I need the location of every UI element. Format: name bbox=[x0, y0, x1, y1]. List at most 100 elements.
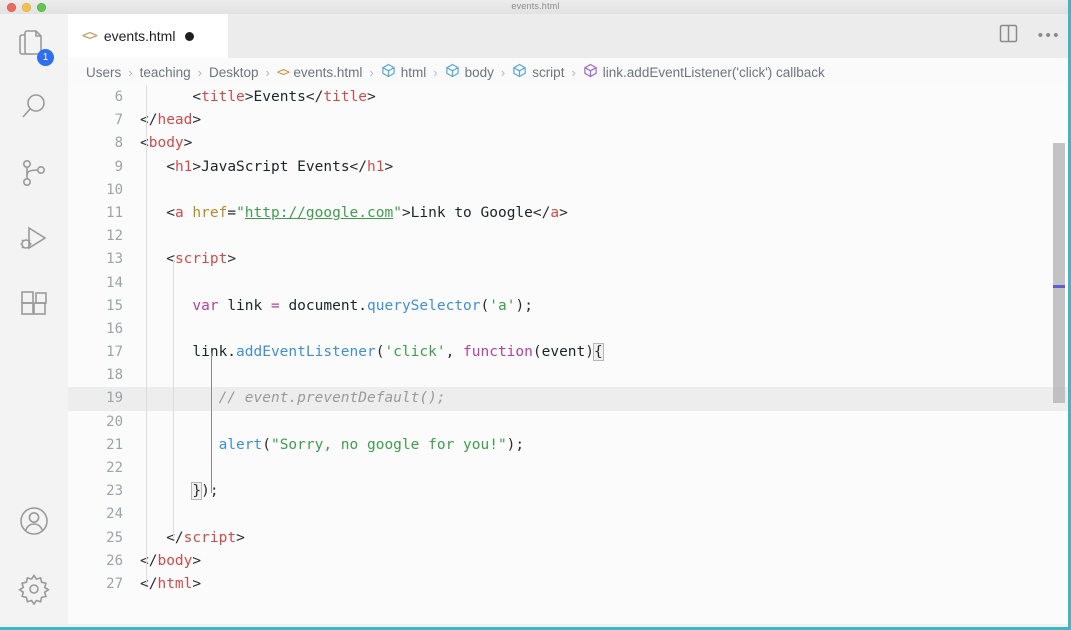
code-line[interactable]: 14 bbox=[68, 272, 1071, 295]
token-punct: </ bbox=[305, 89, 324, 105]
search-icon bbox=[19, 92, 49, 122]
token-punct: , bbox=[445, 344, 464, 361]
code-line[interactable]: 18 bbox=[68, 364, 1071, 387]
sidebar-item-run-and-debug[interactable] bbox=[0, 208, 68, 270]
token-punct: > bbox=[244, 89, 254, 105]
code-line[interactable]: 22 bbox=[68, 457, 1071, 480]
breadcrumb-separator: › bbox=[197, 64, 202, 80]
code-line[interactable]: 27 </html> bbox=[68, 573, 1071, 596]
token-kw: = bbox=[270, 297, 280, 314]
token-tag: html bbox=[157, 575, 193, 592]
line-number: 17 bbox=[106, 344, 123, 361]
token-tag: a bbox=[174, 204, 184, 221]
breadcrumb-item-script[interactable]: script bbox=[512, 63, 564, 81]
sidebar-item-extensions[interactable] bbox=[0, 274, 68, 336]
token-link[interactable]: http://google.com bbox=[245, 205, 393, 221]
token-punct: > bbox=[236, 529, 245, 546]
token-punct: > bbox=[559, 204, 568, 221]
token-punct: </ bbox=[349, 158, 368, 175]
html-file-icon: <> bbox=[82, 28, 98, 44]
code-lines[interactable]: 6 <title>Events</title> 7 </head> 8 <body> 9 … bbox=[68, 86, 1071, 596]
line-content: </script> bbox=[140, 527, 245, 550]
code-line[interactable]: 23 }); bbox=[68, 480, 1071, 503]
token-punct: > bbox=[227, 251, 237, 268]
token-punct: </ bbox=[532, 204, 551, 221]
code-line[interactable]: 7 </head> bbox=[68, 109, 1071, 132]
code-line[interactable]: 15 var link = document.querySelector('a'… bbox=[68, 295, 1071, 318]
token-plain: document. bbox=[279, 297, 368, 314]
line-content: // event.preventDefault(); bbox=[140, 387, 446, 410]
line-number: 15 bbox=[106, 297, 123, 314]
line-number: 22 bbox=[106, 460, 123, 476]
code-line[interactable]: 26 </body> bbox=[68, 550, 1071, 573]
code-line[interactable]: 6 <title>Events</title> bbox=[68, 86, 1071, 109]
breadcrumb-item-desktop[interactable]: Desktop bbox=[209, 65, 259, 80]
token-tag: title bbox=[323, 89, 368, 105]
symbol-function-icon bbox=[583, 63, 598, 81]
breadcrumb-label: html bbox=[400, 64, 427, 80]
token-str: " bbox=[236, 204, 245, 221]
breadcrumb-item-callback[interactable]: link.addEventListener('click') callback bbox=[583, 63, 825, 81]
token-punct: ) bbox=[585, 344, 594, 361]
code-line[interactable]: 20 bbox=[68, 411, 1071, 434]
code-line[interactable]: 21 alert("Sorry, no google for you!"); bbox=[68, 434, 1071, 457]
token-plain: link bbox=[218, 297, 271, 314]
line-number: 27 bbox=[106, 575, 123, 592]
line-content: var link = document.querySelector('a'); bbox=[140, 295, 533, 318]
unsaved-changes-dot[interactable] bbox=[185, 31, 195, 41]
sidebar-item-explorer[interactable]: 1 bbox=[0, 14, 68, 76]
breadcrumb: Users › teaching › Desktop › <> events.h… bbox=[68, 58, 1071, 86]
more-actions-icon[interactable]: ••• bbox=[1038, 28, 1061, 43]
split-editor-icon[interactable] bbox=[999, 24, 1018, 48]
symbol-field-icon bbox=[512, 63, 527, 81]
code-line[interactable]: 12 bbox=[68, 225, 1071, 248]
gear-icon bbox=[18, 573, 50, 605]
code-line[interactable]: 10 bbox=[68, 179, 1071, 202]
token-tag: h1 bbox=[367, 158, 385, 175]
code-line[interactable]: 25 </script> bbox=[68, 527, 1071, 550]
breadcrumb-item-events-html[interactable]: <> events.html bbox=[277, 65, 362, 80]
token-fn: alert bbox=[218, 436, 263, 453]
code-line[interactable]: 11 <a href="http://google.com">Link to G… bbox=[68, 202, 1071, 225]
line-content: <body> bbox=[140, 132, 192, 155]
breadcrumb-item-users[interactable]: Users bbox=[86, 65, 121, 80]
breadcrumb-label: link.addEventListener('click') callback bbox=[602, 64, 825, 80]
editor-scrollbar[interactable] bbox=[1053, 143, 1065, 403]
code-line[interactable]: 17 link.addEventListener ('click', functi… bbox=[68, 341, 1071, 364]
breadcrumb-label: Users bbox=[86, 64, 122, 80]
sidebar-item-settings[interactable] bbox=[0, 558, 68, 620]
code-line[interactable]: 13 <script> bbox=[68, 248, 1071, 271]
indent-guide bbox=[146, 86, 147, 585]
sidebar-item-source-control[interactable] bbox=[0, 142, 68, 204]
breadcrumb-item-html[interactable]: html bbox=[381, 63, 427, 81]
code-file-icon: <> bbox=[276, 65, 290, 79]
code-line[interactable]: 9 <h1>JavaScript Events</h1> bbox=[68, 156, 1071, 179]
tab-events-html[interactable]: <> events.html bbox=[68, 14, 228, 58]
breadcrumb-label: body bbox=[464, 64, 494, 80]
token-tag: body bbox=[148, 135, 184, 152]
code-line[interactable]: 8 <body> bbox=[68, 132, 1071, 155]
code-line[interactable]: 19 // event.preventDefault(); bbox=[68, 387, 1071, 411]
token-plain: event bbox=[541, 344, 586, 361]
indent-guide bbox=[173, 260, 174, 539]
breadcrumb-label: Desktop bbox=[209, 64, 259, 80]
line-number: 13 bbox=[106, 251, 123, 268]
code-line[interactable]: 24 bbox=[68, 503, 1071, 526]
code-editor[interactable]: 6 <title>Events</title> 7 </head> 8 <body> 9 … bbox=[68, 86, 1071, 624]
run-debug-icon bbox=[18, 224, 50, 254]
token-punct: > bbox=[367, 89, 376, 105]
line-content: alert("Sorry, no google for you!"); bbox=[140, 434, 525, 457]
breadcrumb-label: teaching bbox=[139, 64, 191, 80]
token-punct: > bbox=[384, 158, 394, 175]
breadcrumb-item-body[interactable]: body bbox=[445, 63, 494, 81]
line-number: 26 bbox=[106, 552, 123, 569]
code-line[interactable]: 16 bbox=[68, 318, 1071, 341]
sidebar-item-search[interactable] bbox=[0, 76, 68, 138]
sidebar-item-accounts[interactable] bbox=[0, 490, 68, 552]
token-punct: ); bbox=[515, 297, 533, 314]
breadcrumb-item-teaching[interactable]: teaching bbox=[140, 65, 191, 80]
line-content: <a href="http://google.com">Link to Goog… bbox=[140, 202, 568, 225]
line-number: 25 bbox=[106, 529, 123, 546]
